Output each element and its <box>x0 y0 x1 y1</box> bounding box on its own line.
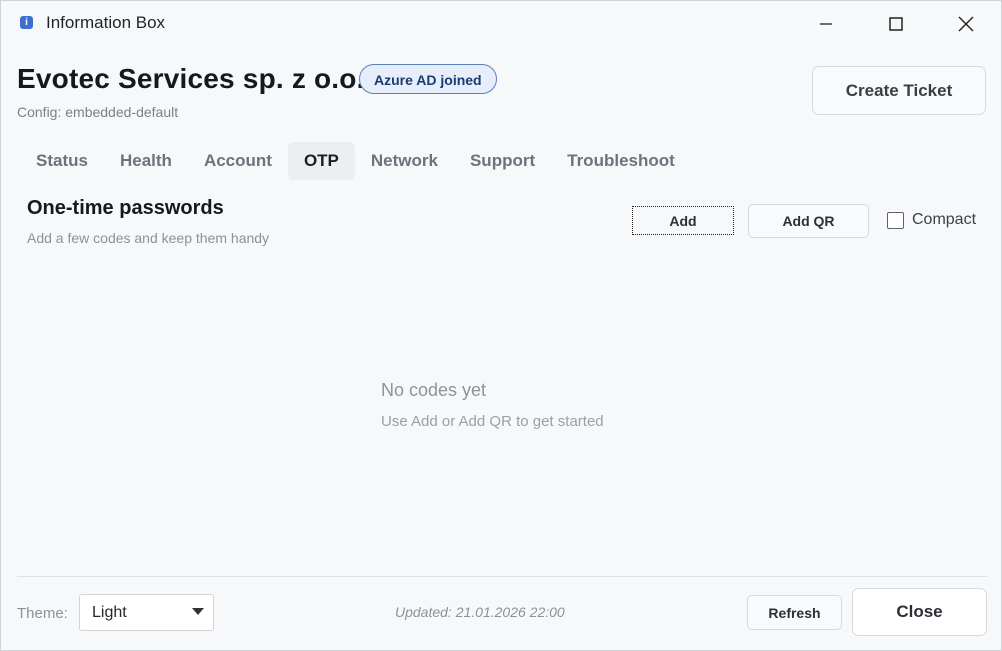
maximize-icon <box>889 17 903 31</box>
tab-health[interactable]: Health <box>104 142 188 180</box>
maximize-button[interactable] <box>873 9 919 39</box>
tab-otp[interactable]: OTP <box>287 142 355 180</box>
tab-troubleshoot[interactable]: Troubleshoot <box>551 142 691 180</box>
window-title: Information Box <box>46 13 166 32</box>
refresh-button[interactable]: Refresh <box>747 595 842 630</box>
tab-bar: Status Health Account OTP Network Suppor… <box>20 142 691 180</box>
information-box-window: i Information Box Evotec Services sp. z … <box>0 0 1002 651</box>
tab-account[interactable]: Account <box>188 142 288 180</box>
config-label: Config: embedded-default <box>17 104 179 120</box>
theme-label: Theme: <box>17 605 68 622</box>
company-name: Evotec Services sp. z o.o. <box>17 63 365 94</box>
tab-support[interactable]: Support <box>454 142 551 180</box>
updated-timestamp: Updated: 21.01.2026 22:00 <box>395 604 565 620</box>
add-qr-button[interactable]: Add QR <box>748 204 869 238</box>
create-ticket-button[interactable]: Create Ticket <box>812 66 986 115</box>
add-button[interactable]: Add <box>632 206 734 235</box>
tab-network[interactable]: Network <box>355 142 454 180</box>
empty-state-subtitle: Use Add or Add QR to get started <box>381 413 604 430</box>
close-window-button[interactable] <box>943 9 989 39</box>
empty-state-title: No codes yet <box>381 380 487 400</box>
chevron-down-icon <box>192 608 204 615</box>
close-icon <box>958 16 974 32</box>
info-icon: i <box>20 16 33 29</box>
section-title: One-time passwords <box>27 197 224 219</box>
minimize-button[interactable] <box>803 9 849 39</box>
minimize-icon <box>820 23 832 25</box>
tab-status[interactable]: Status <box>20 142 104 180</box>
azure-ad-badge: Azure AD joined <box>359 64 497 94</box>
compact-label: Compact <box>912 211 977 228</box>
close-button[interactable]: Close <box>852 588 987 636</box>
theme-value: Light <box>92 604 127 621</box>
theme-select[interactable]: Light <box>79 594 214 631</box>
section-subtitle: Add a few codes and keep them handy <box>27 230 270 246</box>
compact-toggle[interactable]: Compact <box>887 211 976 229</box>
title-bar[interactable]: i Information Box <box>1 1 1001 45</box>
compact-checkbox[interactable] <box>887 211 904 229</box>
footer-divider <box>17 576 987 577</box>
